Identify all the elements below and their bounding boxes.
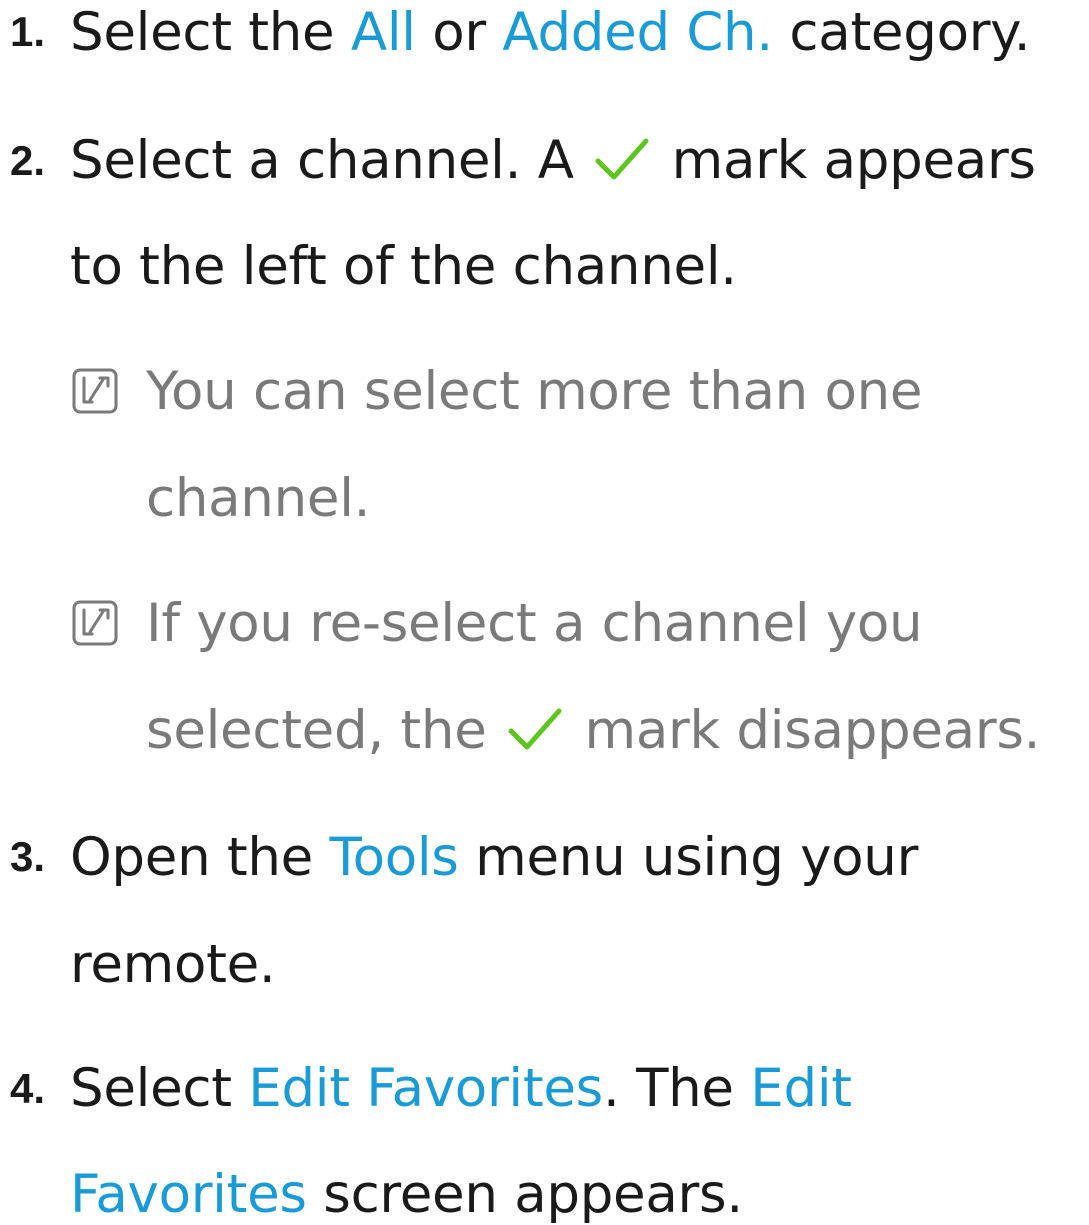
step-text: to the left of the channel. [70,236,737,297]
step-line: Favorites screen appears. [70,1165,743,1225]
step-text: Select [70,1058,249,1119]
step-line: to the left of the channel. [70,237,737,297]
note-text: selected, the [146,700,487,761]
step-line: Select the All or Added Ch. category. [70,2,1031,63]
step-line: remote. [70,934,276,995]
step-line: Select Edit Favorites. The Edit [70,1059,852,1119]
step-number: 3. [10,833,46,880]
note-icon [72,368,118,414]
highlight-term-added-ch: Added Ch. [502,2,773,63]
step-text: or [415,2,503,63]
step-text: remote. [70,934,276,995]
highlight-term-all: All [350,2,416,63]
note-line: selected, the mark disappears. [146,700,1041,761]
step-text: menu using your [458,827,919,888]
step-text: screen appears. [306,1164,743,1225]
step-text: . The [602,1058,751,1119]
step-line: Select a channel. A mark appears [70,131,1036,191]
note-text: channel. [146,468,371,529]
step-line: Open the Tools menu using your [70,828,918,888]
note-text: If you re-select a channel you [146,593,923,654]
step-number: 1. [10,8,46,55]
step-text: Select a channel. A [70,130,574,191]
highlight-term-favorites: Favorites [70,1164,307,1225]
checkmark-icon [595,138,649,180]
note-line: You can select more than one [146,361,923,422]
note-line: If you re-select a channel you [146,593,923,654]
note-line: channel. [146,469,370,529]
checkmark-icon [508,708,561,750]
step-number: 4. [10,1065,46,1112]
highlight-term-edit-favorites: Edit Favorites [248,1058,603,1119]
instruction-page: 1. Select the All or Added Ch. category.… [0,0,1089,1225]
highlight-term-tools: Tools [329,827,459,888]
step-text: mark appears [671,130,1036,191]
highlight-term-edit: Edit [750,1058,852,1119]
note-text: You can select more than one [146,361,923,422]
step-number: 2. [10,137,46,184]
note-text: mark disappears. [584,700,1041,761]
step-text: Select the [70,2,351,63]
note-icon [72,600,118,646]
step-text: Open the [70,827,330,888]
step-text: category. [772,2,1031,63]
